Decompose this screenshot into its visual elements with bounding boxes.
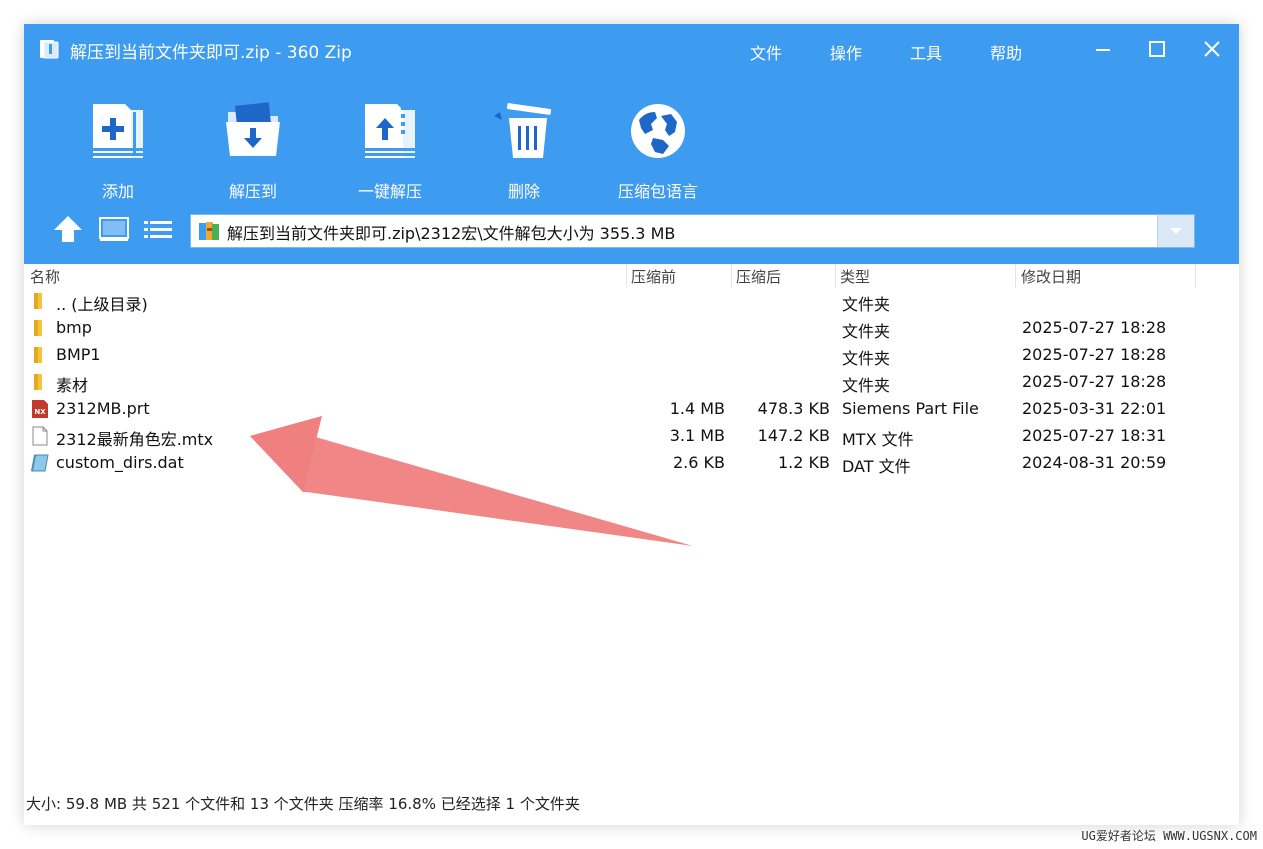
archive-icon xyxy=(199,222,219,240)
size-after: 147.2 KB xyxy=(757,426,830,445)
address-path: 解压到当前文件夹即可.zip\2312宏\文件解包大小为 355.3 MB xyxy=(227,224,676,243)
modified-date: 2025-03-31 22:01 xyxy=(1022,399,1167,418)
archive-language-label: 压缩包语言 xyxy=(617,182,698,201)
close-button[interactable] xyxy=(1197,34,1227,64)
column-divider[interactable] xyxy=(626,264,627,288)
address-bar[interactable]: 解压到当前文件夹即可.zip\2312宏\文件解包大小为 355.3 MB xyxy=(190,214,1195,248)
folder-icon xyxy=(34,293,42,309)
file-row[interactable]: NX 2312MB.prt 1.4 MB 478.3 KB Siemens Pa… xyxy=(24,396,1239,423)
thumbnail-view-button[interactable] xyxy=(97,214,131,244)
nx-file-icon: NX xyxy=(32,400,48,418)
top-bar: 解压到当前文件夹即可.zip - 360 Zip 文件 操作 工具 帮助 添加 … xyxy=(24,24,1239,264)
menu-operation[interactable]: 操作 xyxy=(830,40,862,64)
modified-date: 2025-07-27 18:28 xyxy=(1022,372,1167,391)
size-before: 1.4 MB xyxy=(669,399,725,418)
add-file-icon xyxy=(93,104,143,158)
file-name: bmp xyxy=(56,318,92,337)
menu-file[interactable]: 文件 xyxy=(750,40,782,64)
file-name: 2312MB.prt xyxy=(56,399,150,418)
file-row[interactable]: bmp 文件夹 2025-07-27 18:28 xyxy=(24,315,1239,342)
column-modified[interactable]: 修改日期 xyxy=(1021,266,1081,287)
size-after: 478.3 KB xyxy=(757,399,830,418)
file-name: BMP1 xyxy=(56,345,101,364)
app-window: 解压到当前文件夹即可.zip - 360 Zip 文件 操作 工具 帮助 添加 … xyxy=(24,24,1239,825)
folder-icon xyxy=(34,374,42,390)
menu-tools[interactable]: 工具 xyxy=(910,40,942,64)
globe-icon xyxy=(631,104,685,158)
archive-language-button[interactable]: 压缩包语言 xyxy=(614,98,702,202)
folder-icon xyxy=(34,347,42,363)
file-type: MTX 文件 xyxy=(842,430,914,449)
one-click-extract-button[interactable]: 一键解压 xyxy=(349,98,431,202)
maximize-button[interactable] xyxy=(1142,34,1172,64)
minimize-button[interactable] xyxy=(1088,34,1118,64)
extract-to-button[interactable]: 解压到 xyxy=(214,98,292,202)
trash-icon xyxy=(494,103,552,158)
document-icon xyxy=(32,426,48,446)
size-after: 1.2 KB xyxy=(778,453,830,472)
zip-file-icon xyxy=(365,104,415,158)
file-type: 文件夹 xyxy=(842,376,891,395)
column-before[interactable]: 压缩前 xyxy=(631,266,676,287)
file-row[interactable]: custom_dirs.dat 2.6 KB 1.2 KB DAT 文件 202… xyxy=(24,450,1239,477)
file-type: DAT 文件 xyxy=(842,457,911,476)
column-type[interactable]: 类型 xyxy=(840,266,870,287)
menu-help[interactable]: 帮助 xyxy=(990,40,1022,64)
list-view-button[interactable] xyxy=(141,214,175,244)
add-button[interactable]: 添加 xyxy=(80,98,156,202)
file-type: 文件夹 xyxy=(842,322,891,341)
dat-file-icon xyxy=(31,454,49,472)
column-divider[interactable] xyxy=(1015,264,1016,288)
file-name: 素材 xyxy=(56,376,89,395)
file-row[interactable]: 素材 文件夹 2025-07-27 18:28 xyxy=(24,369,1239,396)
address-dropdown-button[interactable] xyxy=(1157,215,1194,247)
window-title: 解压到当前文件夹即可.zip - 360 Zip xyxy=(70,43,352,63)
extract-to-label: 解压到 xyxy=(228,182,277,201)
file-row[interactable]: BMP1 文件夹 2025-07-27 18:28 xyxy=(24,342,1239,369)
add-label: 添加 xyxy=(101,182,134,201)
file-type: 文件夹 xyxy=(842,349,891,368)
file-name: .. (上级目录) xyxy=(56,295,148,314)
column-divider[interactable] xyxy=(731,264,732,288)
zip-app-icon xyxy=(40,40,59,59)
file-name: custom_dirs.dat xyxy=(56,453,184,472)
up-level-button[interactable] xyxy=(51,214,85,244)
folder-icon xyxy=(34,320,42,336)
column-after[interactable]: 压缩后 xyxy=(736,266,781,287)
status-bar: 大小: 59.8 MB 共 521 个文件和 13 个文件夹 压缩率 16.8%… xyxy=(26,795,580,813)
column-name[interactable]: 名称 xyxy=(30,266,60,287)
file-name: 2312最新角色宏.mtx xyxy=(56,430,214,449)
modified-date: 2025-07-27 18:31 xyxy=(1022,426,1167,445)
delete-label: 删除 xyxy=(507,182,540,201)
file-type: 文件夹 xyxy=(842,295,891,314)
modified-date: 2024-08-31 20:59 xyxy=(1022,453,1167,472)
column-divider[interactable] xyxy=(835,264,836,288)
file-row[interactable]: 2312最新角色宏.mtx 3.1 MB 147.2 KB MTX 文件 202… xyxy=(24,423,1239,450)
delete-button[interactable]: 删除 xyxy=(486,98,562,202)
modified-date: 2025-07-27 18:28 xyxy=(1022,345,1167,364)
extract-folder-icon xyxy=(226,102,280,156)
file-type: Siemens Part File xyxy=(842,399,979,418)
watermark: UG爱好者论坛 WWW.UGSNX.COM xyxy=(1081,829,1257,843)
size-before: 2.6 KB xyxy=(673,453,725,472)
column-divider[interactable] xyxy=(1195,264,1196,288)
size-before: 3.1 MB xyxy=(669,426,725,445)
title-bar: 解压到当前文件夹即可.zip - 360 Zip 文件 操作 工具 帮助 xyxy=(24,24,1239,76)
one-click-extract-label: 一键解压 xyxy=(357,182,422,201)
file-row[interactable]: .. (上级目录) 文件夹 xyxy=(24,288,1239,315)
modified-date: 2025-07-27 18:28 xyxy=(1022,318,1167,337)
nx-icon-label: NX xyxy=(34,408,46,416)
column-header: 名称 压缩前 压缩后 类型 修改日期 xyxy=(24,264,1239,288)
